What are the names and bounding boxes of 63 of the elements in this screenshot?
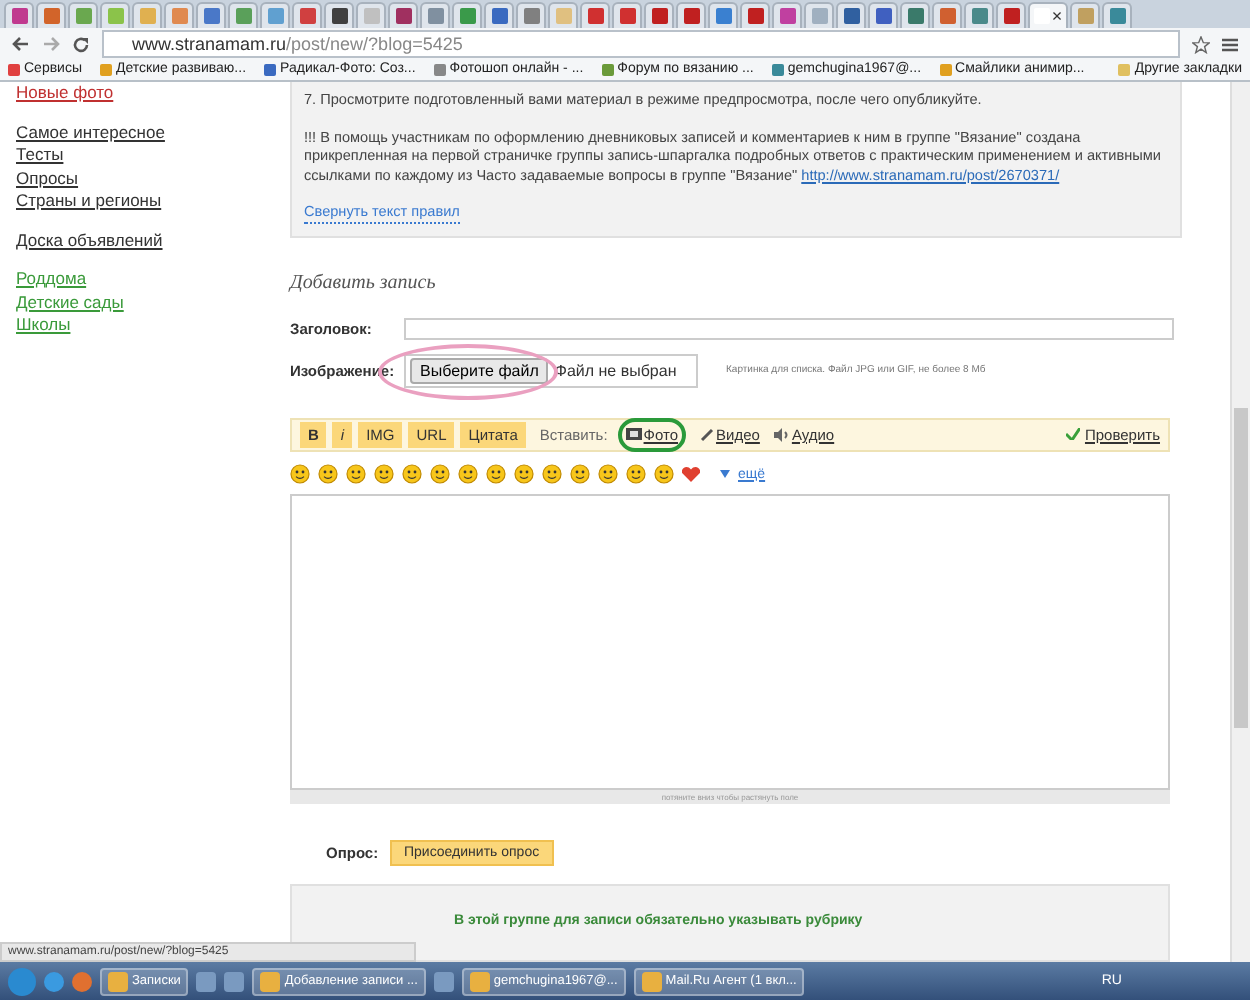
sidebar-link[interactable]: Роддома bbox=[16, 268, 290, 289]
browser-tab[interactable] bbox=[4, 2, 34, 28]
address-field[interactable]: www.stranamam.ru/post/new/?blog=5425 bbox=[102, 30, 1180, 58]
smiley-icon[interactable] bbox=[514, 464, 534, 485]
browser-tab[interactable] bbox=[644, 2, 674, 28]
pencil-icon bbox=[700, 427, 715, 442]
sidebar-link[interactable]: Школы bbox=[16, 314, 290, 335]
sidebar-link[interactable]: Страны и регионы bbox=[16, 190, 290, 211]
form-heading: Добавить запись bbox=[290, 271, 438, 293]
smiley-icon[interactable] bbox=[290, 464, 310, 485]
smiley-icon[interactable] bbox=[486, 464, 506, 485]
taskbar-icon[interactable] bbox=[196, 971, 217, 991]
taskbar-icon[interactable] bbox=[224, 971, 245, 991]
smiley-icon[interactable] bbox=[318, 464, 338, 485]
browser-tab[interactable] bbox=[836, 2, 866, 28]
taskbar-icon[interactable] bbox=[433, 971, 454, 991]
smiley-icon[interactable] bbox=[598, 464, 618, 485]
smiley-icon[interactable] bbox=[374, 464, 394, 485]
browser-tab[interactable] bbox=[484, 2, 514, 28]
title-input[interactable] bbox=[404, 317, 1174, 339]
scrollbar[interactable] bbox=[1230, 82, 1250, 962]
smiley-icon[interactable] bbox=[458, 464, 478, 485]
browser-tab[interactable] bbox=[676, 2, 706, 28]
checkmark-icon bbox=[1066, 428, 1081, 441]
caret-icon bbox=[720, 470, 730, 479]
smiley-icon[interactable] bbox=[542, 464, 562, 485]
browser-tab[interactable] bbox=[580, 2, 610, 28]
browser-tab[interactable] bbox=[900, 2, 930, 28]
browser-tab[interactable] bbox=[292, 2, 322, 28]
smiley-icon[interactable] bbox=[430, 464, 450, 485]
smiley-icon[interactable] bbox=[626, 464, 646, 485]
browser-tab[interactable] bbox=[196, 2, 226, 28]
camera-icon bbox=[625, 428, 642, 441]
scroll-thumb[interactable] bbox=[1234, 408, 1248, 728]
browser-tab[interactable] bbox=[740, 2, 770, 28]
browser-tab[interactable] bbox=[324, 2, 354, 28]
file-status: Файл не выбран bbox=[554, 361, 677, 379]
sidebar-link[interactable]: Опросы bbox=[16, 167, 290, 188]
smiley-icon[interactable] bbox=[570, 464, 590, 485]
browser-tab[interactable] bbox=[612, 2, 642, 28]
forward-icon[interactable] bbox=[42, 36, 60, 52]
choose-file-button[interactable]: Выберите файл bbox=[410, 357, 549, 383]
menu-icon[interactable] bbox=[1222, 37, 1238, 51]
sidebar-link[interactable]: Самое интересное bbox=[16, 121, 290, 142]
heart-icon[interactable] bbox=[682, 466, 700, 483]
browser-tab[interactable] bbox=[868, 2, 898, 28]
browser-tab[interactable]: × bbox=[1028, 2, 1068, 28]
browser-tab[interactable] bbox=[388, 2, 418, 28]
star-icon[interactable] bbox=[1192, 35, 1210, 53]
sidebar-link[interactable]: Тесты bbox=[16, 144, 290, 165]
start-icon[interactable] bbox=[8, 967, 36, 995]
browser-tab[interactable] bbox=[996, 2, 1026, 28]
smiley-icon[interactable] bbox=[654, 464, 674, 485]
speaker-icon bbox=[773, 427, 790, 442]
back-icon[interactable] bbox=[12, 36, 30, 52]
smiley-icon[interactable] bbox=[402, 464, 422, 485]
reload-icon[interactable] bbox=[72, 35, 90, 53]
sidebar-link[interactable]: Доска объявлений bbox=[16, 229, 290, 250]
sidebar-link[interactable]: Детские сады bbox=[16, 291, 290, 312]
browser-tab[interactable] bbox=[772, 2, 802, 28]
sidebar-link[interactable]: Новые фото bbox=[16, 82, 290, 103]
close-tab-button[interactable]: × bbox=[1051, 7, 1063, 25]
smiley-icon[interactable] bbox=[346, 464, 366, 485]
